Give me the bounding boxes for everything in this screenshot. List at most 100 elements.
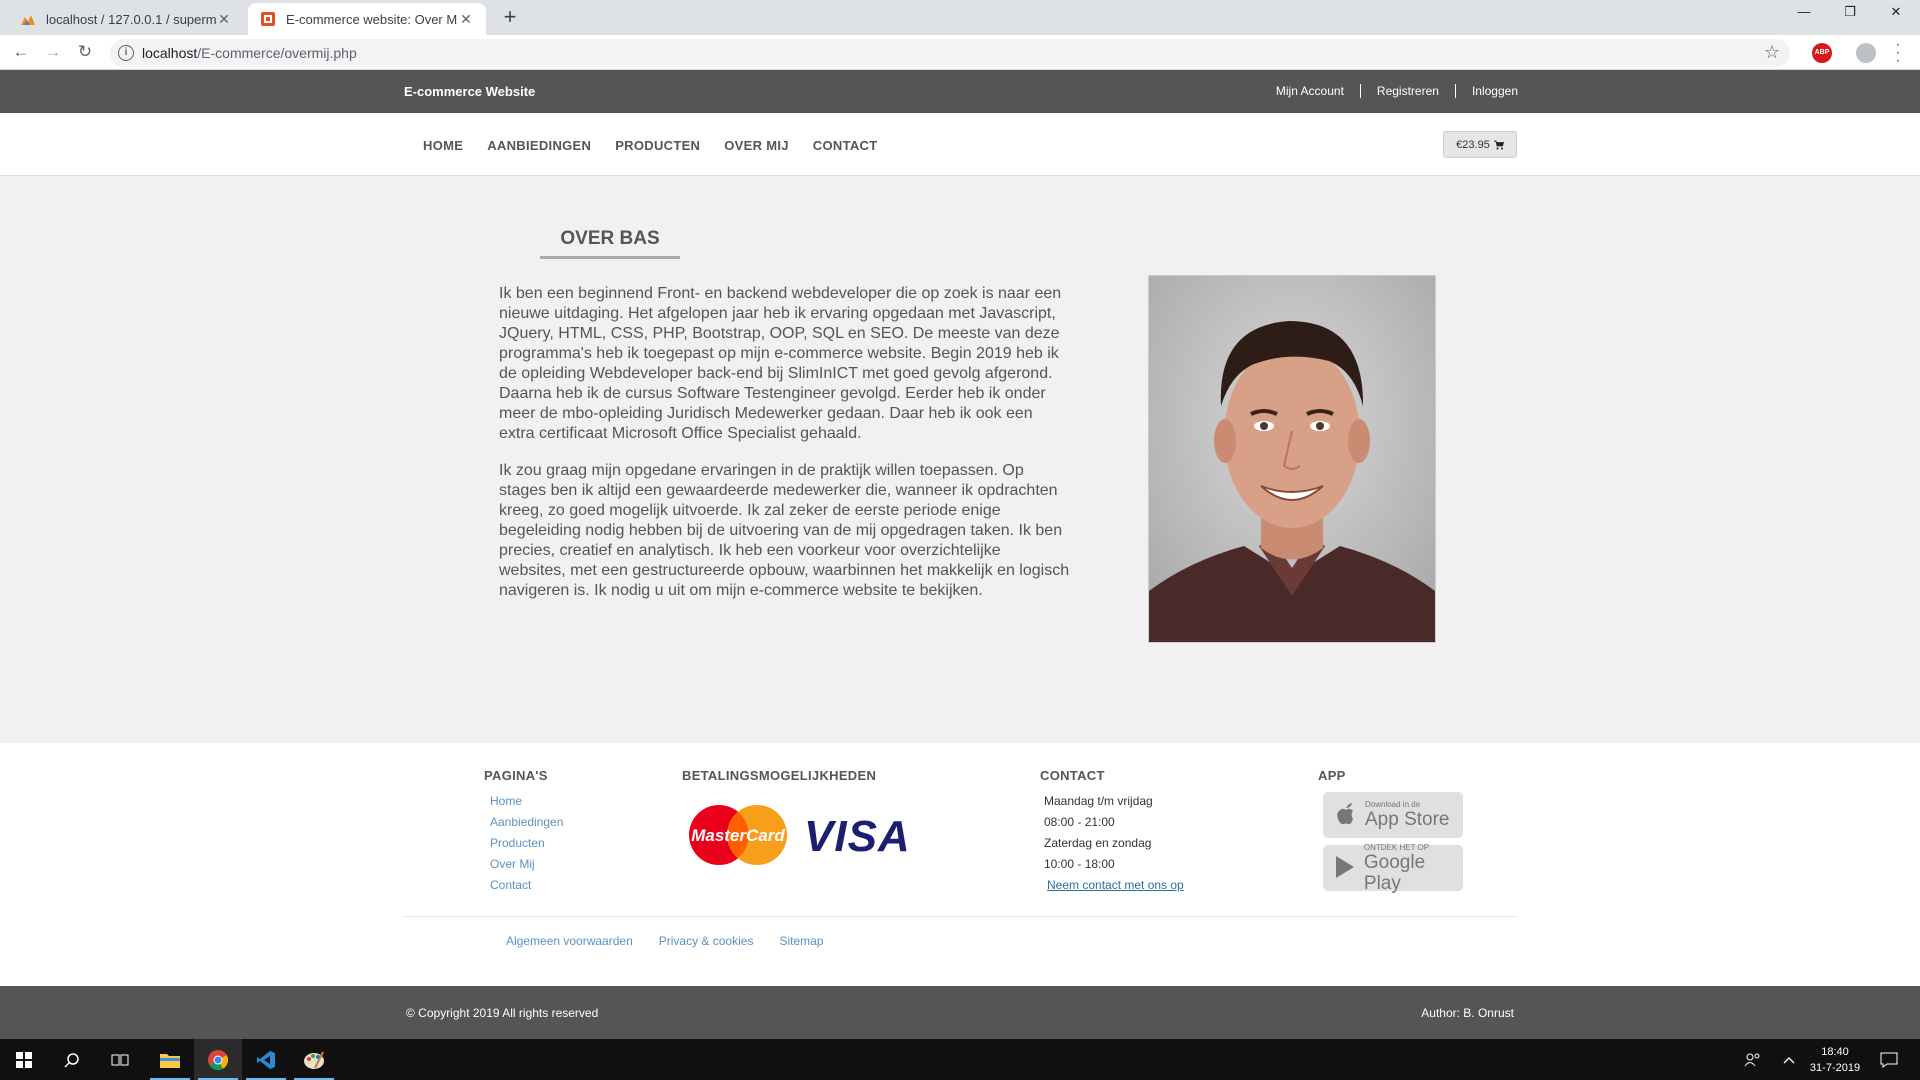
footer-link-over-mij[interactable]: Over Mij (490, 854, 563, 875)
app-store-button[interactable]: Download in de App Store (1323, 792, 1463, 838)
tab-over-mij[interactable]: E-commerce website: Over Mij ✕ (248, 3, 486, 35)
nav-home[interactable]: HOME (423, 138, 463, 153)
profile-avatar-icon[interactable] (1856, 43, 1876, 63)
googleplay-big-text: Google Play (1363, 851, 1426, 894)
mastercard-logo: MasterCard (689, 805, 787, 865)
play-icon (1333, 855, 1358, 881)
nav-over-mij[interactable]: OVER MIJ (724, 138, 789, 153)
notifications-icon[interactable] (1880, 1039, 1898, 1080)
nav-contact[interactable]: CONTACT (813, 138, 878, 153)
footer-link-producten[interactable]: Producten (490, 833, 563, 854)
copyright-bar: © Copyright 2019 All rights reserved Aut… (0, 986, 1920, 1039)
footer-link-aanbiedingen[interactable]: Aanbiedingen (490, 812, 563, 833)
tab-title: E-commerce website: Over Mij (286, 11, 458, 27)
weekend-days: Zaterdag en zondag (1044, 836, 1152, 850)
googleplay-small-text: ONTDEK HET OP (1363, 842, 1430, 852)
address-bar[interactable]: i localhost/E-commerce/overmij.php ☆ (110, 39, 1790, 67)
portrait-image (1149, 276, 1435, 642)
site-footer: PAGINA'S Home Aanbiedingen Producten Ove… (0, 743, 1920, 986)
author-text: Author: B. Onrust (1421, 1006, 1514, 1020)
register-link[interactable]: Registreren (1359, 84, 1455, 98)
site-top-bar: E-commerce Website Mijn Account Registre… (0, 70, 1920, 113)
system-clock[interactable]: 18:40 31-7-2019 (1800, 1044, 1870, 1076)
people-icon[interactable] (1744, 1039, 1762, 1080)
footer-contact-column: CONTACT Maandag t/m vrijdag 08:00 - 21:0… (1040, 768, 1184, 896)
profile-photo (1148, 275, 1436, 643)
mastercard-text: MasterCard (691, 826, 785, 845)
footer-payment-column: BETALINGSMOGELIJKHEDEN MasterCard VISA (682, 768, 922, 888)
browser-toolbar: ← → ↻ i localhost/E-commerce/overmij.php… (0, 35, 1920, 70)
close-tab-icon[interactable]: ✕ (216, 11, 232, 28)
url-text[interactable]: localhost/E-commerce/overmij.php (142, 45, 357, 61)
adblock-plus-icon[interactable]: ABP (1812, 43, 1832, 63)
windows-start-icon[interactable] (0, 1039, 48, 1080)
site-brand[interactable]: E-commerce Website (404, 84, 535, 99)
windows-taskbar: 18:40 31-7-2019 (0, 1039, 1920, 1080)
close-tab-icon[interactable]: ✕ (458, 11, 474, 28)
main-menu: HOME AANBIEDINGEN PRODUCTEN OVER MIJ CON… (423, 138, 901, 153)
account-links: Mijn Account Registreren Inloggen (1260, 84, 1518, 98)
chrome-icon[interactable] (194, 1039, 242, 1080)
footer-app-column: APP Download in de App Store ONTDEK HET … (1318, 768, 1478, 898)
chevron-up-icon[interactable] (1783, 1039, 1795, 1080)
cart-button[interactable]: €23.95 (1443, 131, 1517, 158)
nav-aanbiedingen[interactable]: AANBIEDINGEN (487, 138, 591, 153)
opening-days: Maandag t/m vrijdag (1044, 794, 1153, 808)
nav-producten[interactable]: PRODUCTEN (615, 138, 700, 153)
sitemap-link[interactable]: Sitemap (779, 934, 823, 948)
appstore-small-text: Download in de (1365, 800, 1421, 809)
appstore-big-text: App Store (1365, 809, 1450, 830)
footer-link-home[interactable]: Home (490, 791, 563, 812)
login-link[interactable]: Inloggen (1454, 84, 1518, 98)
minimize-icon[interactable]: — (1781, 4, 1827, 28)
copyright-text: © Copyright 2019 All rights reserved (406, 1006, 599, 1020)
cart-total: €23.95 (1456, 138, 1490, 151)
search-icon[interactable] (48, 1039, 96, 1080)
tab-phpmyadmin[interactable]: localhost / 127.0.0.1 / supermarkt ✕ (8, 3, 244, 35)
weekend-hours: 10:00 - 18:00 (1044, 857, 1115, 871)
footer-payment-heading: BETALINGSMOGELIJKHEDEN (682, 768, 877, 783)
url-path: /E-commerce/overmij.php (197, 45, 357, 61)
footer-link-contact[interactable]: Contact (490, 875, 563, 896)
clock-date: 31-7-2019 (1809, 1062, 1861, 1074)
file-explorer-icon[interactable] (146, 1039, 194, 1080)
main-navigation: HOME AANBIEDINGEN PRODUCTEN OVER MIJ CON… (0, 113, 1920, 176)
opening-hours: 08:00 - 21:00 (1044, 815, 1115, 829)
about-text: Ik ben een beginnend Front- en backend w… (499, 284, 1071, 618)
info-icon[interactable]: i (118, 45, 134, 61)
footer-divider (404, 916, 1516, 917)
close-window-icon[interactable]: ✕ (1873, 4, 1919, 28)
task-view-icon[interactable] (96, 1039, 144, 1080)
privacy-link[interactable]: Privacy & cookies (659, 934, 754, 948)
paint-icon[interactable] (290, 1039, 338, 1080)
tab-title: localhost / 127.0.0.1 / supermarkt (46, 11, 216, 27)
url-host: localhost (142, 45, 198, 61)
apple-icon (1333, 802, 1359, 828)
phpmyadmin-icon (21, 15, 35, 25)
reload-icon[interactable]: ↻ (73, 41, 97, 65)
contact-us-link[interactable]: Neem contact met ons op (1047, 875, 1184, 896)
page-title: OVER BAS (540, 228, 680, 259)
footer-pages-heading: PAGINA'S (484, 768, 548, 783)
clock-time: 18:40 (1821, 1046, 1849, 1058)
footer-contact-heading: CONTACT (1040, 768, 1105, 783)
back-arrow-icon[interactable]: ← (9, 41, 33, 65)
bookmark-star-icon[interactable]: ☆ (1764, 42, 1780, 63)
about-paragraph: Ik zou graag mijn opgedane ervaringen in… (499, 462, 1070, 599)
footer-pages-column: PAGINA'S Home Aanbiedingen Producten Ove… (484, 768, 563, 896)
terms-link[interactable]: Algemeen voorwaarden (506, 934, 633, 948)
chrome-menu-icon[interactable]: · · · (1892, 37, 1904, 69)
forward-arrow-icon[interactable]: → (41, 41, 65, 65)
browser-tab-bar: localhost / 127.0.0.1 / supermarkt ✕ E-c… (0, 0, 1920, 35)
my-account-link[interactable]: Mijn Account (1260, 84, 1360, 98)
shopping-cart-icon (1493, 140, 1504, 149)
about-paragraph: Ik ben een beginnend Front- en backend w… (499, 285, 1062, 442)
vscode-icon[interactable] (242, 1039, 290, 1080)
legal-links: Algemeen voorwaarden Privacy & cookies S… (506, 934, 823, 948)
footer-app-heading: APP (1318, 768, 1346, 783)
new-tab-button[interactable]: + (498, 6, 522, 30)
google-play-button[interactable]: ONTDEK HET OP Google Play (1323, 842, 1463, 894)
visa-logo: VISA (804, 812, 911, 861)
restore-icon[interactable]: ❐ (1827, 4, 1873, 28)
html-file-icon (261, 12, 275, 26)
